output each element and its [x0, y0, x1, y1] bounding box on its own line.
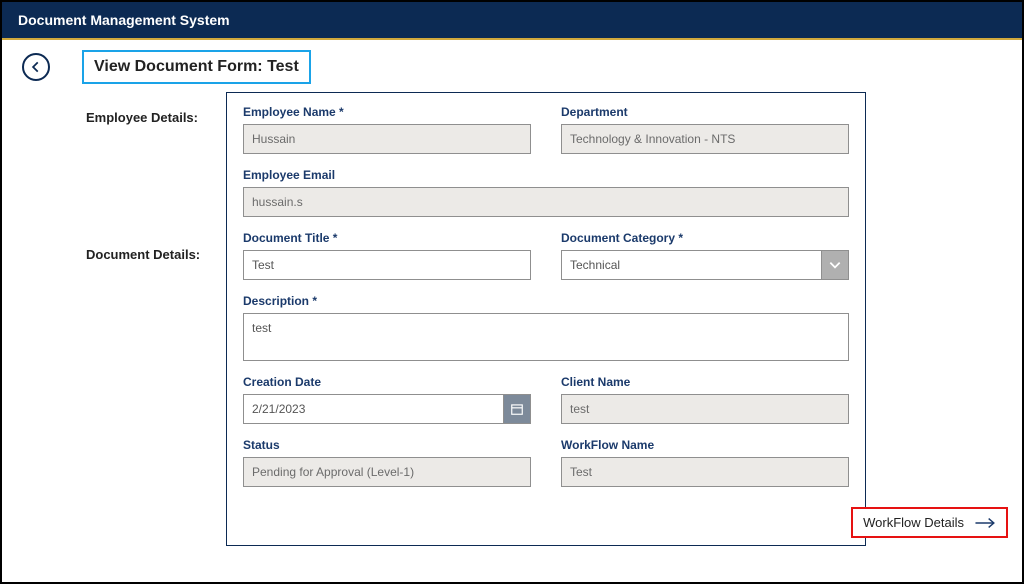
employee-name-label: Employee Name: [243, 105, 531, 119]
status-label: Status: [243, 438, 531, 452]
app-title: Document Management System: [18, 12, 230, 28]
department-field: [561, 124, 849, 154]
employee-email-field: [243, 187, 849, 217]
document-category-label: Document Category: [561, 231, 849, 245]
document-section-label: Document Details:: [16, 241, 216, 268]
description-label: Description: [243, 294, 849, 308]
client-name-field: [561, 394, 849, 424]
description-field[interactable]: [243, 313, 849, 361]
page-title: View Document Form: Test: [82, 50, 311, 84]
arrow-right-icon: [974, 516, 996, 530]
creation-date-field[interactable]: [243, 394, 503, 424]
date-picker-button[interactable]: [503, 394, 531, 424]
department-label: Department: [561, 105, 849, 119]
workflow-name-field: [561, 457, 849, 487]
calendar-icon: [510, 402, 524, 416]
form-panel[interactable]: Employee Name Department Employee Email: [226, 92, 866, 546]
creation-date-label: Creation Date: [243, 375, 531, 389]
workflow-details-button[interactable]: WorkFlow Details: [851, 507, 1008, 538]
category-dropdown-button[interactable]: [821, 250, 849, 280]
back-button[interactable]: [22, 53, 50, 81]
workflow-details-label: WorkFlow Details: [863, 515, 964, 530]
app-header: Document Management System: [2, 2, 1022, 40]
workflow-name-label: WorkFlow Name: [561, 438, 849, 452]
status-field: [243, 457, 531, 487]
employee-email-label: Employee Email: [243, 168, 849, 182]
employee-name-field: [243, 124, 531, 154]
employee-section-label: Employee Details:: [16, 104, 216, 131]
chevron-down-icon: [828, 258, 842, 272]
document-title-field[interactable]: [243, 250, 531, 280]
document-category-field[interactable]: [561, 250, 821, 280]
document-title-label: Document Title: [243, 231, 531, 245]
client-name-label: Client Name: [561, 375, 849, 389]
chevron-left-icon: [29, 60, 43, 74]
